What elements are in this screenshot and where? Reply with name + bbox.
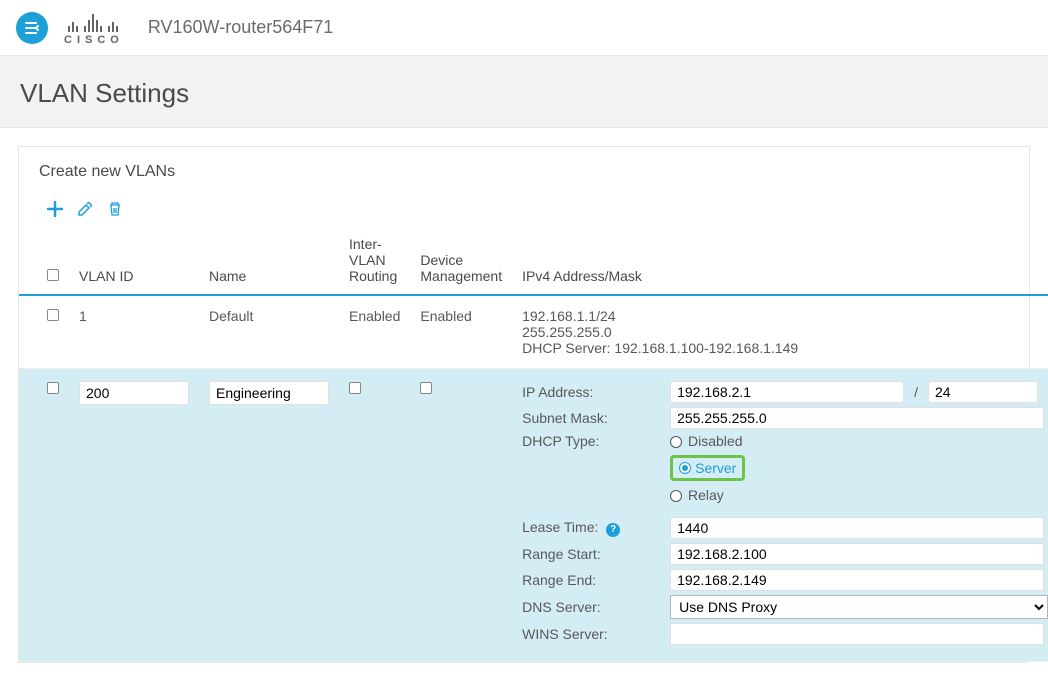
panel-title: Create new VLANs: [19, 147, 1029, 191]
ipv4-line1: 192.168.1.1/24: [522, 308, 1048, 324]
col-name: Name: [199, 228, 339, 295]
cell-dm: Enabled: [410, 295, 512, 369]
brand-text: CISCO: [64, 34, 124, 46]
menu-icon: [24, 20, 40, 36]
dns-label: DNS Server:: [522, 599, 664, 615]
ivr-checkbox[interactable]: [349, 382, 361, 394]
col-ipv4: IPv4 Address/Mask: [512, 228, 1048, 295]
dhcp-relay-radio[interactable]: [670, 490, 682, 502]
vlan-table: VLAN ID Name Inter-VLAN Routing Device M…: [19, 228, 1048, 662]
add-button[interactable]: [47, 201, 63, 220]
slash-label: /: [914, 384, 918, 400]
device-name: RV160W-router564F71: [148, 17, 333, 38]
range-end-label: Range End:: [522, 572, 664, 588]
ip-address-input[interactable]: [670, 381, 904, 403]
plus-icon: [47, 201, 63, 217]
edit-icon: [77, 201, 93, 217]
vlan-toolbar: [19, 191, 1029, 228]
select-all-checkbox[interactable]: [47, 269, 59, 281]
dhcp-relay-label: Relay: [688, 487, 724, 503]
col-ivr: Inter-VLAN Routing: [339, 228, 410, 295]
edit-button[interactable]: [77, 201, 93, 220]
menu-toggle-button[interactable]: [16, 12, 48, 44]
cell-vlan-id: 1: [69, 295, 199, 369]
wins-server-input[interactable]: [670, 623, 1044, 645]
page-title-bar: VLAN Settings: [0, 56, 1048, 128]
cell-ivr: Enabled: [339, 295, 410, 369]
cell-ipv4-edit: IP Address: / Subnet Mask: DHCP Type:: [512, 369, 1048, 662]
table-row: 1 Default Enabled Enabled 192.168.1.1/24…: [19, 295, 1048, 369]
dns-server-select[interactable]: Use DNS Proxy: [670, 595, 1048, 619]
trash-icon: [107, 201, 123, 217]
vlan-panel: Create new VLANs VLAN ID Name Inter-VLAN…: [18, 146, 1030, 663]
lease-time-input[interactable]: [670, 517, 1044, 539]
prefix-input[interactable]: [928, 381, 1038, 403]
page-title: VLAN Settings: [20, 78, 1028, 109]
dhcp-server-highlight: Server: [670, 455, 745, 481]
col-dm: Device Management: [410, 228, 512, 295]
row-checkbox[interactable]: [47, 382, 59, 394]
range-start-label: Range Start:: [522, 546, 664, 562]
ipv4-line2: 255.255.255.0: [522, 324, 1048, 340]
range-start-input[interactable]: [670, 543, 1044, 565]
dhcp-server-label: Server: [695, 460, 736, 476]
row-checkbox[interactable]: [47, 309, 59, 321]
cell-name: Default: [199, 295, 339, 369]
cell-ipv4: 192.168.1.1/24 255.255.255.0 DHCP Server…: [512, 295, 1048, 369]
help-icon[interactable]: ?: [606, 523, 620, 537]
ip-label: IP Address:: [522, 384, 664, 400]
range-end-input[interactable]: [670, 569, 1044, 591]
cisco-logo: CISCO: [62, 10, 124, 46]
top-bar: CISCO RV160W-router564F71: [0, 0, 1048, 56]
ipv4-line3: DHCP Server: 192.168.1.100-192.168.1.149: [522, 340, 1048, 356]
mask-label: Subnet Mask:: [522, 410, 664, 426]
dhcp-disabled-label: Disabled: [688, 433, 742, 449]
dhcp-type-label: DHCP Type:: [522, 433, 664, 449]
vlan-name-input[interactable]: [209, 381, 329, 405]
dm-checkbox[interactable]: [420, 382, 432, 394]
wins-label: WINS Server:: [522, 626, 664, 642]
delete-button[interactable]: [107, 201, 123, 220]
vlan-id-input[interactable]: [79, 381, 189, 405]
dhcp-disabled-radio[interactable]: [670, 436, 682, 448]
dhcp-server-radio[interactable]: [679, 462, 691, 474]
table-header-row: VLAN ID Name Inter-VLAN Routing Device M…: [19, 228, 1048, 295]
subnet-mask-input[interactable]: [670, 407, 1044, 429]
lease-label: Lease Time: ?: [522, 519, 664, 537]
col-vlan-id: VLAN ID: [69, 228, 199, 295]
table-row-edit: IP Address: / Subnet Mask: DHCP Type:: [19, 369, 1048, 662]
